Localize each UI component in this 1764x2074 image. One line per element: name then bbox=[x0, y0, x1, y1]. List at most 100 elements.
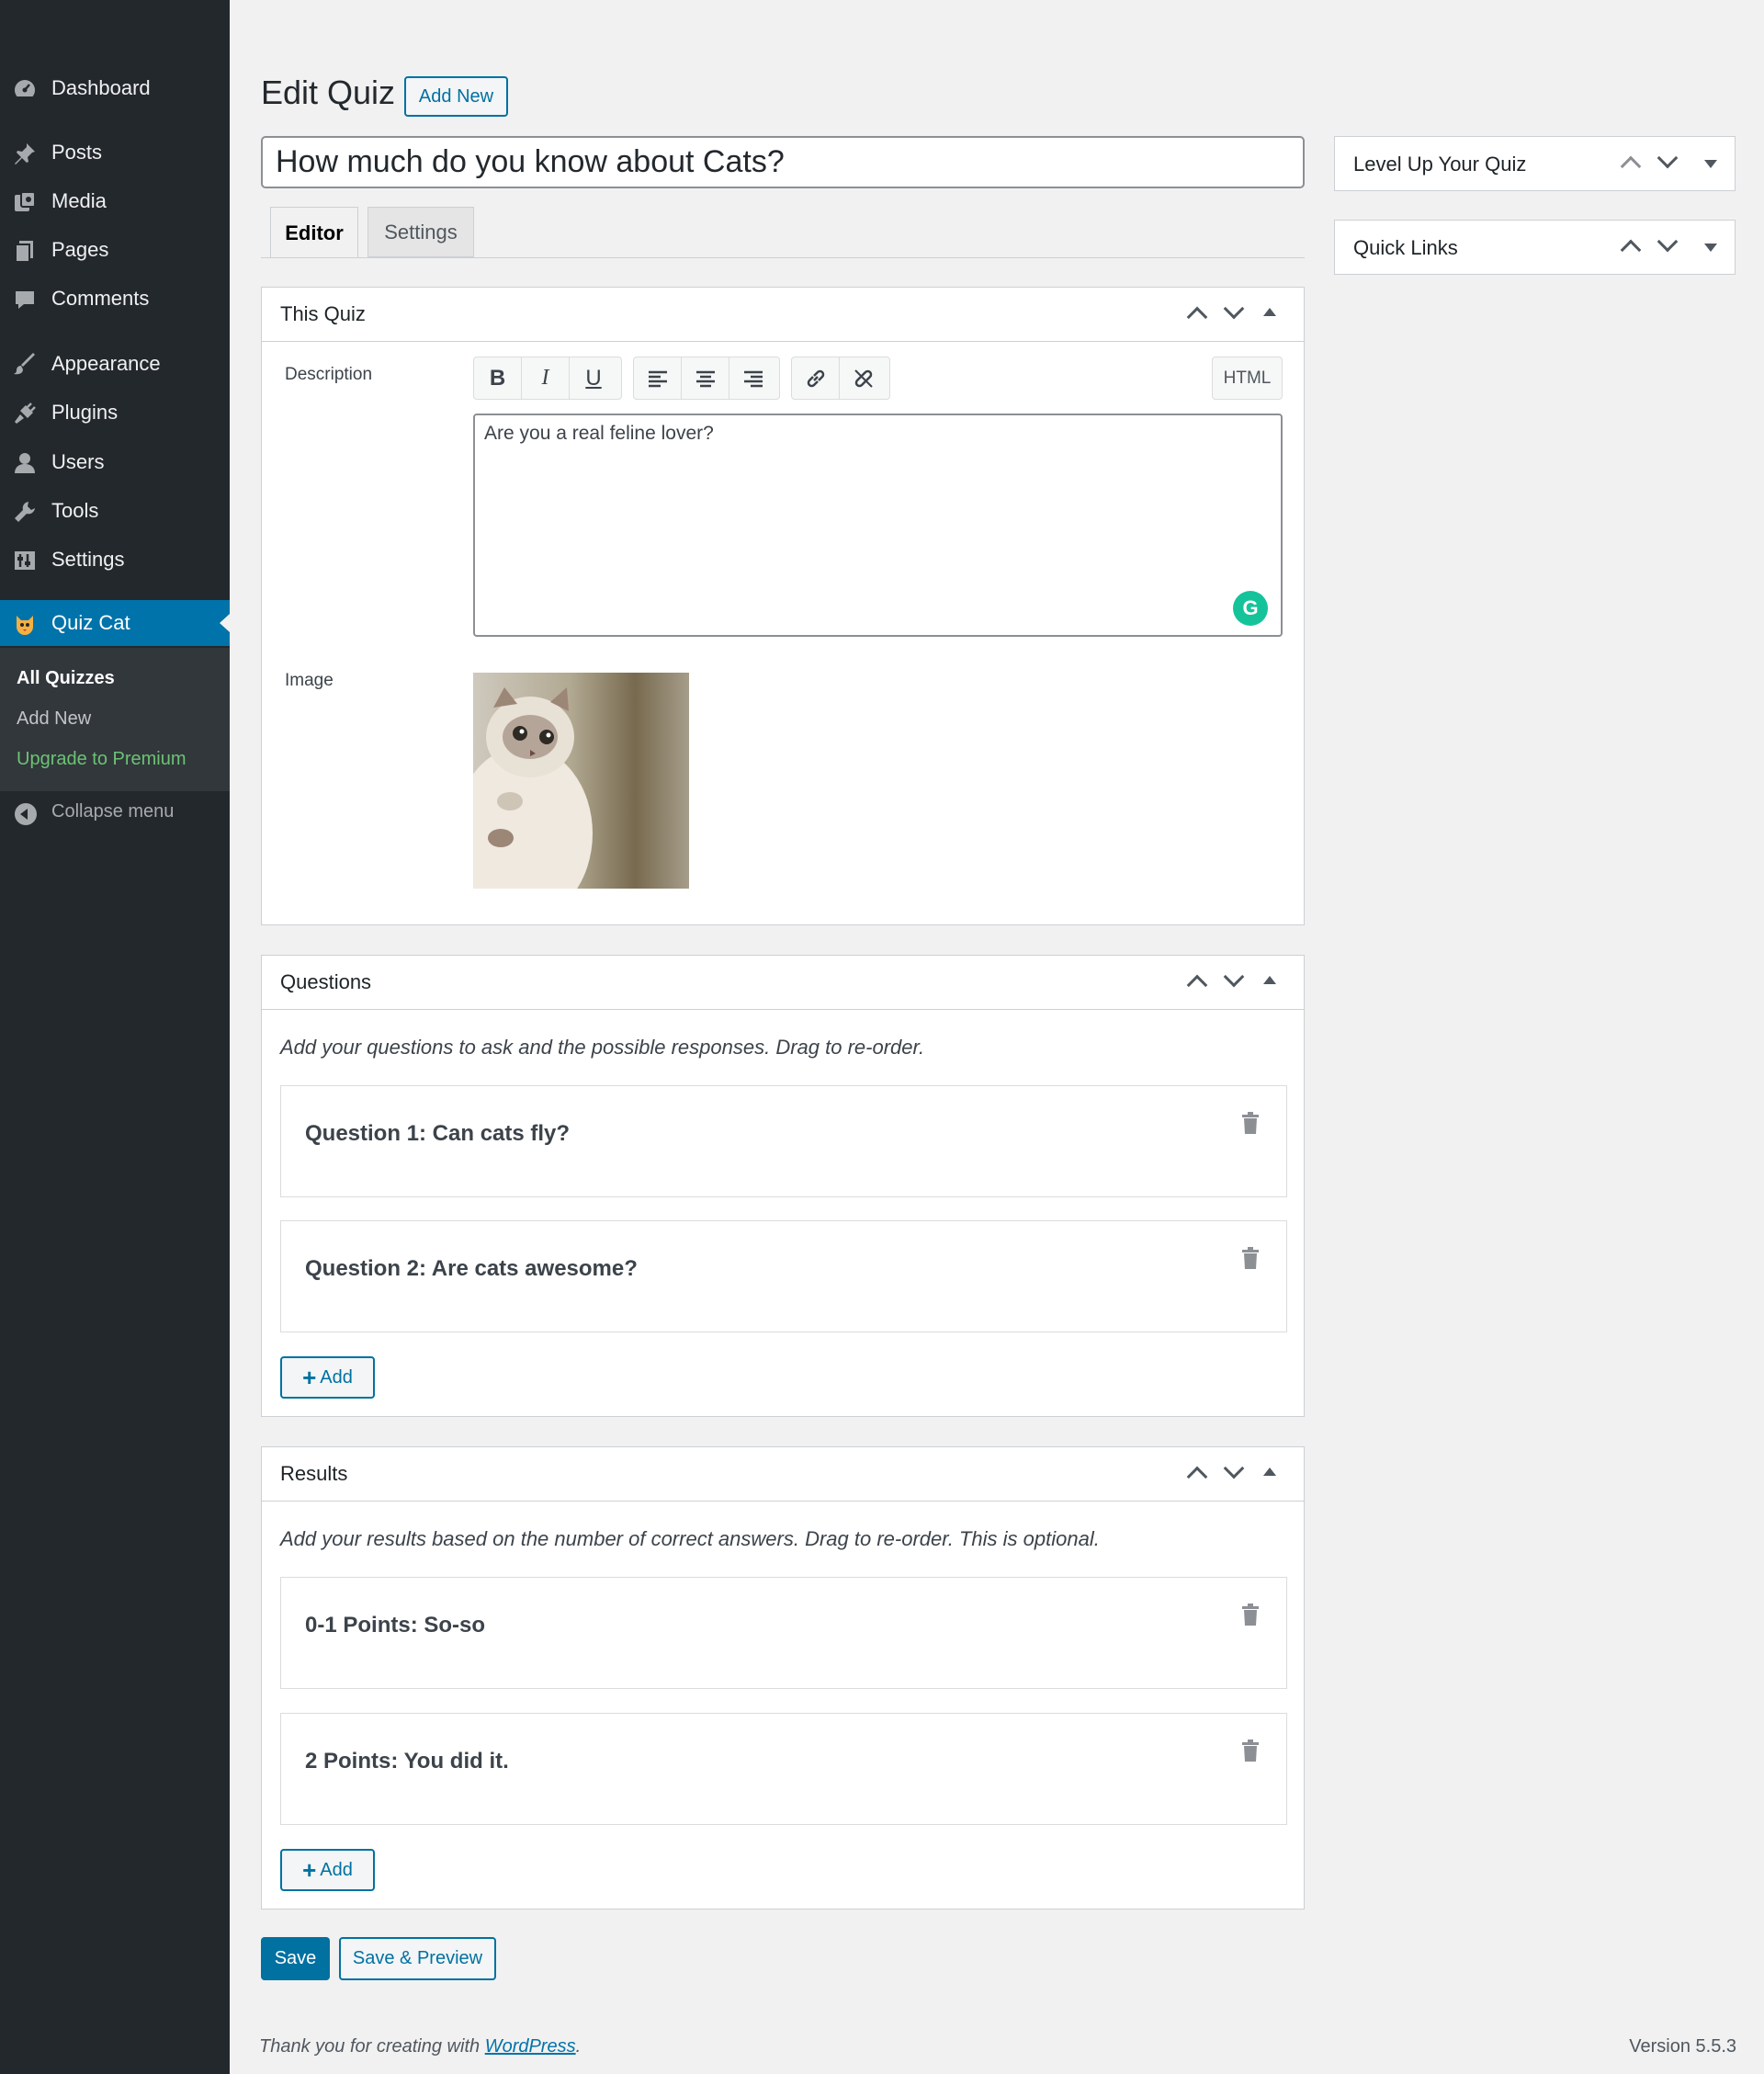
quiz-image[interactable] bbox=[473, 673, 689, 889]
plug-icon bbox=[15, 402, 36, 424]
collapse-menu-label: Collapse menu bbox=[51, 801, 175, 822]
sidebar-item-plugins[interactable]: Plugins bbox=[0, 390, 230, 436]
sidebar-item-quiz-cat[interactable]: Quiz Cat bbox=[0, 600, 230, 646]
description-editor[interactable]: Are you a real feline lover? G bbox=[473, 414, 1283, 637]
submenu-add-new[interactable]: Add New bbox=[17, 708, 91, 730]
questions-panel: Questions Add your questions to ask and … bbox=[261, 955, 1305, 1417]
sidebar-item-label: Quiz Cat bbox=[51, 611, 130, 634]
sidebar-item-pages[interactable]: Pages bbox=[0, 227, 230, 273]
question-item[interactable]: Question 2: Are cats awesome? bbox=[280, 1220, 1287, 1332]
move-up-button[interactable] bbox=[1611, 137, 1647, 190]
brush-icon bbox=[14, 353, 35, 375]
tab-divider bbox=[261, 257, 1305, 258]
questions-help-text: Add your questions to ask and the possib… bbox=[280, 1036, 925, 1059]
move-up-button[interactable] bbox=[1177, 288, 1214, 341]
align-right-button[interactable] bbox=[729, 357, 777, 399]
sidebar-item-settings[interactable]: Settings bbox=[0, 537, 230, 583]
quick-links-box[interactable]: Quick Links bbox=[1334, 220, 1736, 275]
sidebar-item-media[interactable]: Media bbox=[0, 178, 230, 224]
italic-button[interactable]: I bbox=[522, 357, 570, 399]
sidebar-item-posts[interactable]: Posts bbox=[0, 130, 230, 176]
sidebar-item-label: Posts bbox=[51, 141, 103, 164]
chevron-up-icon bbox=[1186, 974, 1208, 996]
add-new-button[interactable]: Add New bbox=[404, 76, 508, 117]
submenu-all-quizzes[interactable]: All Quizzes bbox=[17, 668, 115, 689]
image-label: Image bbox=[285, 671, 334, 690]
sidebar-item-label: Comments bbox=[51, 287, 150, 310]
move-up-button[interactable] bbox=[1177, 1447, 1214, 1501]
question-title: Question 2: Are cats awesome? bbox=[305, 1256, 638, 1281]
comment-icon bbox=[16, 291, 34, 309]
save-preview-button[interactable]: Save & Preview bbox=[339, 1937, 496, 1980]
grammarly-icon[interactable]: G bbox=[1233, 591, 1268, 626]
box-title: Level Up Your Quiz bbox=[1353, 153, 1527, 176]
sidebar-item-dashboard[interactable]: Dashboard bbox=[0, 65, 230, 111]
pages-icon bbox=[15, 241, 33, 263]
settings-icon bbox=[15, 551, 35, 570]
move-down-button[interactable] bbox=[1647, 221, 1684, 274]
toggle-panel-button[interactable] bbox=[1250, 956, 1287, 1009]
result-item[interactable]: 0-1 Points: So-so bbox=[280, 1577, 1287, 1689]
toggle-panel-button[interactable] bbox=[1250, 288, 1287, 341]
chevron-down-icon bbox=[1223, 966, 1245, 988]
sidebar-item-comments[interactable]: Comments bbox=[0, 276, 230, 322]
align-center-button[interactable] bbox=[682, 357, 729, 399]
panel-header[interactable]: Results bbox=[262, 1447, 1304, 1502]
sidebar-item-label: Plugins bbox=[51, 401, 119, 424]
bold-button[interactable]: B bbox=[474, 357, 522, 399]
chevron-down-icon bbox=[1657, 147, 1679, 169]
align-toolbar-group bbox=[633, 357, 780, 400]
align-left-icon bbox=[648, 370, 667, 387]
toggle-panel-button[interactable] bbox=[1691, 221, 1728, 274]
collapse-arrow-icon bbox=[1263, 976, 1276, 984]
save-button[interactable]: Save bbox=[261, 1937, 330, 1980]
add-question-button[interactable]: + Add bbox=[280, 1356, 375, 1399]
sidebar-item-label: Media bbox=[51, 189, 107, 212]
move-down-button[interactable] bbox=[1214, 288, 1250, 341]
expand-arrow-icon bbox=[1704, 160, 1717, 168]
collapse-arrow-icon bbox=[1263, 308, 1276, 316]
move-up-button[interactable] bbox=[1177, 956, 1214, 1009]
sidebar-item-tools[interactable]: Tools bbox=[0, 488, 230, 534]
level-up-box[interactable]: Level Up Your Quiz bbox=[1334, 136, 1736, 191]
sidebar-item-appearance[interactable]: Appearance bbox=[0, 341, 230, 387]
result-item[interactable]: 2 Points: You did it. bbox=[280, 1713, 1287, 1825]
html-mode-button[interactable]: HTML bbox=[1212, 357, 1283, 400]
trash-icon[interactable] bbox=[1242, 1740, 1259, 1762]
description-label: Description bbox=[285, 365, 373, 384]
tab-settings[interactable]: Settings bbox=[368, 207, 474, 257]
move-up-button[interactable] bbox=[1611, 221, 1647, 274]
wordpress-link[interactable]: WordPress bbox=[485, 2036, 576, 2057]
unlink-icon bbox=[854, 368, 873, 388]
submenu-upgrade-premium[interactable]: Upgrade to Premium bbox=[17, 749, 187, 770]
sidebar-item-label: Users bbox=[51, 450, 105, 473]
sidebar-item-label: Pages bbox=[51, 238, 109, 261]
tab-editor[interactable]: Editor bbox=[270, 207, 358, 258]
description-text: Are you a real feline lover? bbox=[484, 423, 714, 444]
move-down-button[interactable] bbox=[1647, 137, 1684, 190]
sidebar-item-users[interactable]: Users bbox=[0, 439, 230, 485]
move-down-button[interactable] bbox=[1214, 1447, 1250, 1501]
move-down-button[interactable] bbox=[1214, 956, 1250, 1009]
trash-icon[interactable] bbox=[1242, 1247, 1259, 1269]
chevron-down-icon bbox=[1223, 1457, 1245, 1479]
quiz-title-input[interactable] bbox=[261, 136, 1305, 188]
underline-button[interactable]: U bbox=[570, 357, 617, 399]
collapse-menu-button[interactable]: Collapse menu bbox=[0, 796, 230, 833]
add-result-button[interactable]: + Add bbox=[280, 1849, 375, 1891]
quiz-cat-submenu: All Quizzes Add New Upgrade to Premium bbox=[0, 648, 230, 791]
expand-arrow-icon bbox=[1704, 244, 1717, 252]
chevron-up-icon bbox=[1186, 1466, 1208, 1488]
trash-icon[interactable] bbox=[1242, 1112, 1259, 1134]
toggle-panel-button[interactable] bbox=[1691, 137, 1728, 190]
panel-header[interactable]: This Quiz bbox=[262, 288, 1304, 342]
panel-header[interactable]: Questions bbox=[262, 956, 1304, 1010]
question-item[interactable]: Question 1: Can cats fly? bbox=[280, 1085, 1287, 1197]
chevron-down-icon bbox=[1657, 231, 1679, 253]
panel-title: Results bbox=[280, 1462, 348, 1485]
remove-link-button[interactable] bbox=[840, 357, 888, 399]
insert-link-button[interactable] bbox=[792, 357, 840, 399]
toggle-panel-button[interactable] bbox=[1250, 1447, 1287, 1501]
trash-icon[interactable] bbox=[1242, 1604, 1259, 1626]
align-left-button[interactable] bbox=[634, 357, 682, 399]
